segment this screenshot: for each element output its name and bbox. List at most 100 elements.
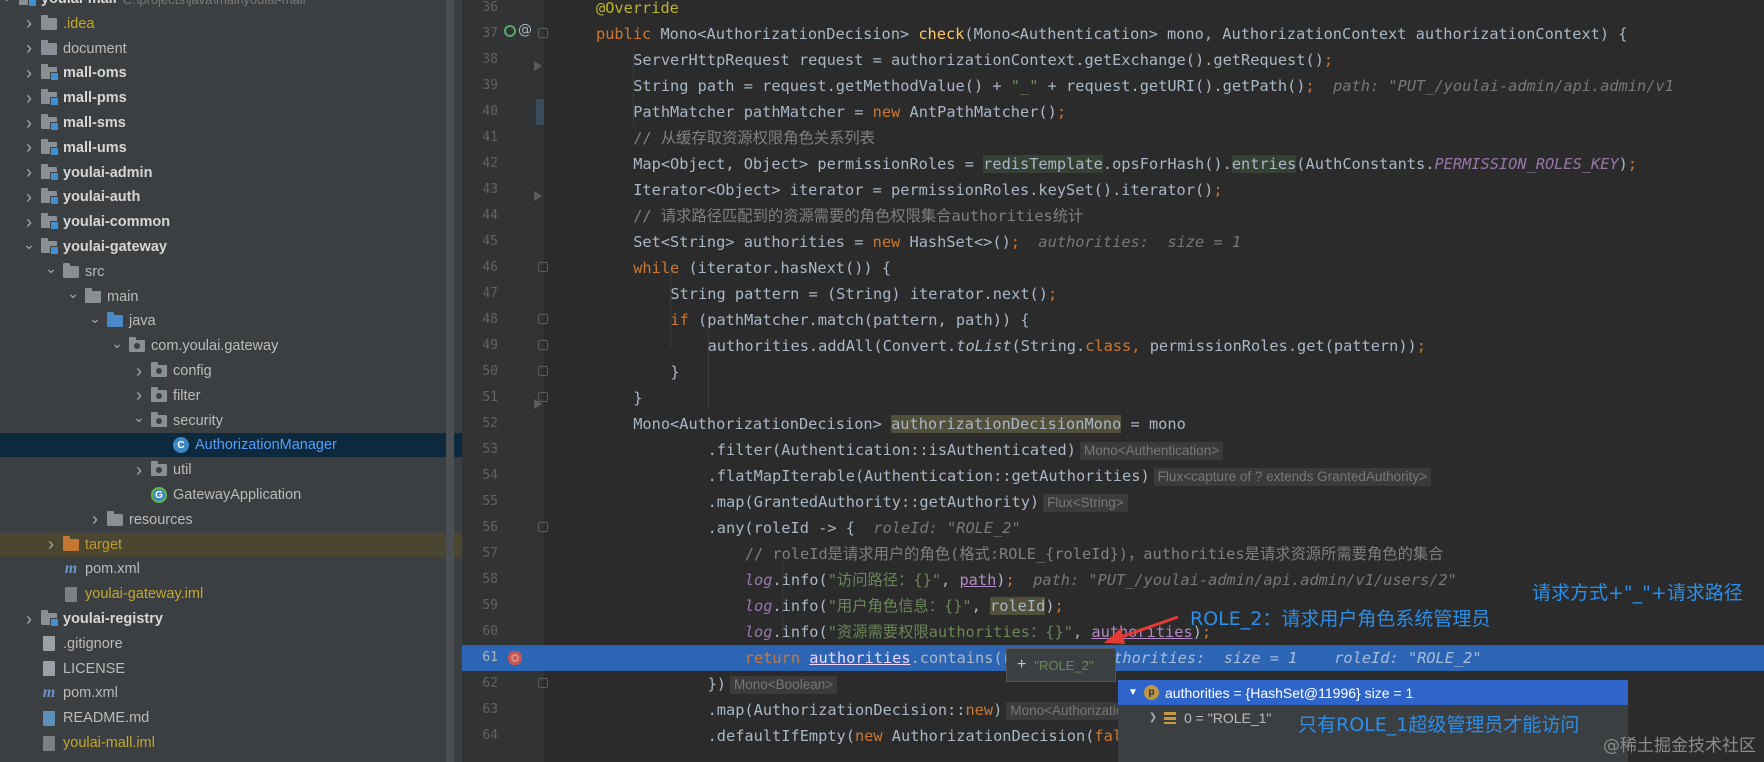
code-line[interactable]: @Override	[544, 0, 1764, 21]
line-number[interactable]: 49	[462, 333, 498, 359]
tree-item[interactable]: › youlai-common	[0, 210, 462, 234]
tree-item[interactable]: ⌄ security	[0, 409, 462, 433]
chevron-right-icon[interactable]: ›	[132, 359, 146, 383]
code-line[interactable]: authorities.addAll(Convert.toList(String…	[544, 333, 1764, 359]
tree-item[interactable]: ⌄ java	[0, 309, 462, 333]
chevron-down-icon[interactable]: ⌄	[88, 306, 102, 330]
chevron-right-icon[interactable]: ›	[22, 86, 36, 110]
chevron-down-icon[interactable]: ⌄	[132, 406, 146, 430]
collapse-triangle-icon[interactable]	[534, 61, 542, 71]
code-line-current[interactable]: return authorities.contains(roleId); aut…	[544, 645, 1764, 671]
chevron-right-icon[interactable]: ›	[44, 533, 58, 557]
line-number[interactable]: 39	[462, 73, 498, 99]
chevron-right-icon[interactable]: ›	[22, 37, 36, 61]
line-number[interactable]: 38	[462, 47, 498, 73]
tree-item[interactable]: ⌄ youlai-gateway	[0, 235, 462, 259]
line-number[interactable]: 45	[462, 229, 498, 255]
vcs-change-marker[interactable]	[536, 99, 544, 125]
line-number[interactable]: 64	[462, 723, 498, 749]
tree-item[interactable]: › config	[0, 359, 462, 383]
inline-value-popup[interactable]: + "ROLE_2"	[1006, 648, 1116, 682]
line-number[interactable]: 46	[462, 255, 498, 281]
tree-item[interactable]: .gitignore	[0, 632, 462, 656]
code-line[interactable]: String path = request.getMethodValue() +…	[544, 73, 1764, 99]
tree-item[interactable]: › mall-pms	[0, 86, 462, 110]
code-editor[interactable]: @Override public Mono<AuthorizationDecisi…	[544, 0, 1764, 762]
code-line[interactable]: Map<Object, Object> permissionRoles = re…	[544, 151, 1764, 177]
line-number[interactable]: 44	[462, 203, 498, 229]
tree-item[interactable]: › document	[0, 37, 462, 61]
line-number[interactable]: 61	[462, 645, 498, 671]
line-number[interactable]: 47	[462, 281, 498, 307]
line-number[interactable]: 60	[462, 619, 498, 645]
chevron-right-icon[interactable]: ›	[22, 185, 36, 209]
code-line[interactable]: .filter(Authentication::isAuthenticated)…	[544, 437, 1764, 463]
code-line[interactable]: // 从缓存取资源权限角色关系列表	[544, 125, 1764, 151]
tree-item[interactable]: › mall-sms	[0, 111, 462, 135]
line-number[interactable]: 63	[462, 697, 498, 723]
code-line[interactable]: String pattern = (String) iterator.next(…	[544, 281, 1764, 307]
line-number[interactable]: 59	[462, 593, 498, 619]
tree-item[interactable]: youlai-mall.iml	[0, 731, 462, 755]
chevron-right-icon[interactable]: ›	[22, 210, 36, 234]
chevron-right-icon[interactable]: ›	[22, 161, 36, 185]
code-line[interactable]: }	[544, 359, 1764, 385]
chevron-down-icon[interactable]: ⌄	[66, 282, 80, 306]
line-number[interactable]: 48	[462, 307, 498, 333]
tree-item[interactable]: m pom.xml	[0, 557, 462, 581]
line-number[interactable]: 52	[462, 411, 498, 437]
tree-item[interactable]: ⌄ youlai-mall C:\projects\java\mall\youlai…	[0, 0, 462, 11]
line-number[interactable]: 41	[462, 125, 498, 151]
chevron-right-icon[interactable]: ›	[88, 508, 102, 532]
chevron-down-icon[interactable]: ▼	[1126, 681, 1140, 705]
line-number[interactable]: 51	[462, 385, 498, 411]
code-line[interactable]: Mono<AuthorizationDecision> authorizatio…	[544, 411, 1764, 437]
chevron-right-icon[interactable]: ›	[22, 61, 36, 85]
line-number[interactable]: 56	[462, 515, 498, 541]
code-line[interactable]: PathMatcher pathMatcher = new AntPathMat…	[544, 99, 1764, 125]
chevron-right-icon[interactable]: ›	[22, 136, 36, 160]
tree-item[interactable]: › filter	[0, 384, 462, 408]
tree-item[interactable]: ⌄ com.youlai.gateway	[0, 334, 462, 358]
line-number[interactable]: 55	[462, 489, 498, 515]
tree-item[interactable]: youlai-gateway.iml	[0, 582, 462, 606]
chevron-right-icon[interactable]: ›	[22, 607, 36, 631]
tree-item[interactable]: › youlai-auth	[0, 185, 462, 209]
code-line[interactable]: // 请求路径匹配到的资源需要的角色权限集合authorities统计	[544, 203, 1764, 229]
collapse-triangle-icon[interactable]	[534, 191, 542, 201]
chevron-down-icon[interactable]: ⌄	[44, 257, 58, 281]
code-line[interactable]: }	[544, 385, 1764, 411]
project-tree-scrollbar[interactable]	[446, 0, 454, 762]
code-line[interactable]: Set<String> authorities = new HashSet<>(…	[544, 229, 1764, 255]
code-line[interactable]: public Mono<AuthorizationDecision> check…	[544, 21, 1764, 47]
tree-item[interactable]: C AuthorizationManager	[0, 433, 462, 458]
line-number[interactable]: 53	[462, 437, 498, 463]
line-number[interactable]: 62	[462, 671, 498, 697]
tree-item[interactable]: › youlai-admin	[0, 161, 462, 185]
tree-item[interactable]: ⌄ main	[0, 285, 462, 309]
line-number[interactable]: 37	[462, 21, 498, 47]
chevron-down-icon[interactable]: ⌄	[110, 331, 124, 355]
tree-item[interactable]: G GatewayApplication	[0, 483, 462, 507]
line-number[interactable]: 54	[462, 463, 498, 489]
tree-item[interactable]: m pom.xml	[0, 681, 462, 705]
code-line[interactable]: log.info("资源需要权限authorities：{}", authori…	[544, 619, 1764, 645]
tree-item[interactable]: › mall-ums	[0, 136, 462, 160]
line-number[interactable]: 42	[462, 151, 498, 177]
code-line[interactable]: while (iterator.hasNext()) {	[544, 255, 1764, 281]
debug-variable-row[interactable]: ▼ p authorities = {HashSet@11996} size =…	[1118, 680, 1628, 705]
chevron-right-icon[interactable]: ›	[132, 458, 146, 482]
line-number[interactable]: 40	[462, 99, 498, 125]
breakpoint-icon[interactable]	[508, 651, 522, 665]
line-number[interactable]: 58	[462, 567, 498, 593]
chevron-down-icon[interactable]: ⌄	[0, 0, 14, 8]
code-line[interactable]: ServerHttpRequest request = authorizatio…	[544, 47, 1764, 73]
tree-item[interactable]: › target	[0, 532, 462, 557]
line-number[interactable]: 50	[462, 359, 498, 385]
add-watch-icon[interactable]: +	[1017, 656, 1026, 674]
override-marker-icon[interactable]: @	[518, 22, 532, 38]
chevron-right-icon[interactable]: ›	[132, 384, 146, 408]
chevron-right-icon[interactable]: ›	[22, 12, 36, 36]
collapse-triangle-icon[interactable]	[534, 399, 542, 409]
tree-item[interactable]: › youlai-registry	[0, 607, 462, 631]
